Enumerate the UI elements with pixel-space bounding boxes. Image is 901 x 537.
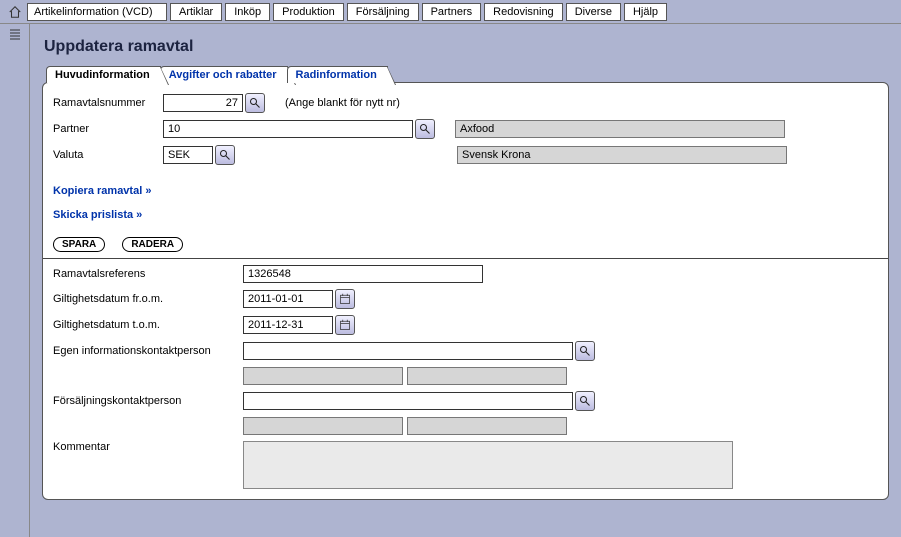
kommentar-label: Kommentar bbox=[53, 441, 243, 453]
home-icon[interactable] bbox=[6, 5, 24, 19]
main-panel: Ramavtalsnummer (Ange blankt för nytt nr… bbox=[42, 82, 889, 500]
valuta-lookup[interactable] bbox=[215, 145, 235, 165]
menu-redovisning[interactable]: Redovisning bbox=[484, 3, 563, 21]
to-calendar[interactable] bbox=[335, 315, 355, 335]
fors-lookup[interactable] bbox=[575, 391, 595, 411]
partner-input[interactable] bbox=[163, 120, 413, 138]
from-label: Giltighetsdatum fr.o.m. bbox=[53, 293, 243, 305]
partner-lookup[interactable] bbox=[415, 119, 435, 139]
egen-display-1 bbox=[243, 367, 403, 385]
menu-partners[interactable]: Partners bbox=[422, 3, 482, 21]
partner-name-display: Axfood bbox=[455, 120, 785, 138]
ramavtalsnummer-lookup[interactable] bbox=[245, 93, 265, 113]
fors-input[interactable] bbox=[243, 392, 573, 410]
fors-display-1 bbox=[243, 417, 403, 435]
egen-input[interactable] bbox=[243, 342, 573, 360]
valuta-name-display: Svensk Krona bbox=[457, 146, 787, 164]
kommentar-textarea[interactable] bbox=[243, 441, 733, 489]
valuta-input[interactable] bbox=[163, 146, 213, 164]
top-menu: Artikelinformation (VCD) Artiklar Inköp … bbox=[0, 0, 901, 24]
tab-radinformation[interactable]: Radinformation bbox=[287, 66, 388, 83]
ref-label: Ramavtalsreferens bbox=[53, 268, 243, 280]
from-input[interactable] bbox=[243, 290, 333, 308]
to-input[interactable] bbox=[243, 316, 333, 334]
tab-avgifter[interactable]: Avgifter och rabatter bbox=[160, 66, 288, 83]
skicka-prislista-link[interactable]: Skicka prislista » bbox=[53, 209, 142, 221]
section-divider bbox=[43, 258, 888, 259]
ramavtalsnummer-input[interactable] bbox=[163, 94, 243, 112]
kopiera-ramavtal-link[interactable]: Kopiera ramavtal » bbox=[53, 185, 151, 197]
egen-label: Egen informationskontaktperson bbox=[53, 345, 243, 357]
from-calendar[interactable] bbox=[335, 289, 355, 309]
tab-huvudinformation[interactable]: Huvudinformation bbox=[46, 66, 161, 83]
valuta-label: Valuta bbox=[53, 149, 163, 161]
fors-label: Försäljningskontaktperson bbox=[53, 395, 243, 407]
menu-artikelinformation[interactable]: Artikelinformation (VCD) bbox=[27, 3, 167, 21]
egen-display-2 bbox=[407, 367, 567, 385]
ramavtalsnummer-note: (Ange blankt för nytt nr) bbox=[285, 97, 400, 109]
ref-input[interactable] bbox=[243, 265, 483, 283]
to-label: Giltighetsdatum t.o.m. bbox=[53, 319, 243, 331]
ramavtalsnummer-label: Ramavtalsnummer bbox=[53, 97, 163, 109]
menu-produktion[interactable]: Produktion bbox=[273, 3, 344, 21]
menu-hjalp[interactable]: Hjälp bbox=[624, 3, 667, 21]
menu-forsaljning[interactable]: Försäljning bbox=[347, 3, 419, 21]
left-rail bbox=[0, 24, 30, 537]
menu-grip-icon[interactable] bbox=[8, 27, 22, 41]
fors-display-2 bbox=[407, 417, 567, 435]
tab-strip: Huvudinformation Avgifter och rabatter R… bbox=[46, 66, 889, 83]
menu-artiklar[interactable]: Artiklar bbox=[170, 3, 222, 21]
radera-button[interactable]: RADERA bbox=[122, 237, 183, 252]
spara-button[interactable]: SPARA bbox=[53, 237, 105, 252]
content-area: Uppdatera ramavtal Huvudinformation Avgi… bbox=[30, 24, 901, 537]
partner-label: Partner bbox=[53, 123, 163, 135]
menu-diverse[interactable]: Diverse bbox=[566, 3, 621, 21]
menu-inkop[interactable]: Inköp bbox=[225, 3, 270, 21]
page-title: Uppdatera ramavtal bbox=[44, 38, 889, 56]
egen-lookup[interactable] bbox=[575, 341, 595, 361]
